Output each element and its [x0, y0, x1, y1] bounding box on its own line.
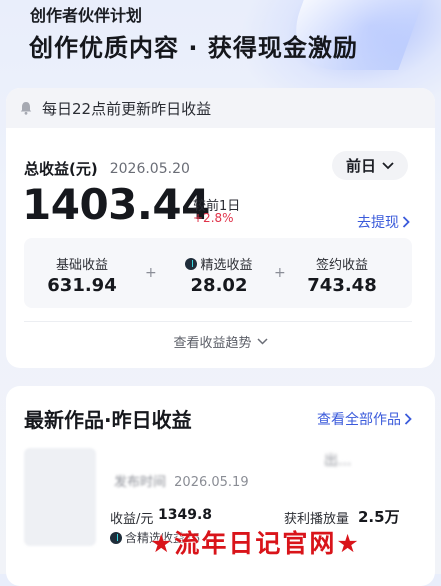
view-trend-link[interactable]: 查看收益趋势 [6, 332, 435, 351]
hero-headline: 创作优质内容 · 获得现金激励 [29, 34, 358, 62]
publish-info: 发布时间 2026.05.19 [114, 471, 249, 490]
contract-income: 签约收益 743.48 [292, 254, 392, 296]
period-selector-label: 前日 [345, 157, 376, 175]
chevron-right-icon [402, 216, 410, 228]
tiktok-icon [110, 531, 122, 544]
selected-income-text: 精选收益 [200, 258, 253, 273]
selected-income-value: 28.02 [190, 275, 248, 296]
chevron-down-icon [256, 338, 268, 345]
divider [24, 321, 412, 322]
publish-date: 2026.05.19 [174, 475, 249, 490]
contract-income-label: 签约收益 [315, 258, 368, 273]
total-amount: 1403.44 [22, 180, 210, 229]
period-selector[interactable]: 前日 [332, 151, 408, 180]
tiktok-icon [185, 257, 198, 270]
basic-income-value: 631.94 [47, 275, 117, 296]
earnings-breakdown: 基础收益 631.94 + 精选收益 28.02 + 签约收益 743.48 [24, 238, 412, 308]
plus-sign: + [274, 265, 286, 281]
selected-income-label: 精选收益 [164, 254, 274, 273]
chevron-right-icon [404, 413, 412, 425]
section-title: 最新作品·昨日收益 [24, 408, 192, 432]
withdraw-link[interactable]: 去提现 [357, 212, 410, 232]
hero-subtitle: 创作者伙伴计划 [30, 6, 143, 25]
total-label: 总收益(元) [24, 160, 98, 178]
trend-label: 查看收益趋势 [173, 336, 252, 351]
view-all-works-link[interactable]: 查看全部作品 [317, 409, 412, 429]
update-notice: 每日22点前更新昨日收益 [6, 88, 435, 128]
selected-income: 精选收益 28.02 [164, 254, 274, 296]
publish-label: 发布时间 [114, 475, 167, 490]
withdraw-label: 去提现 [357, 215, 399, 231]
compare-value: +2.8% [193, 211, 234, 225]
earnings-date: 2026.05.20 [109, 160, 190, 177]
basic-income: 基础收益 631.94 [32, 254, 132, 296]
notice-text: 每日22点前更新昨日收益 [42, 99, 212, 118]
watermark: ★流年日记官网★ [150, 529, 361, 558]
income-label: 收益/元 [110, 512, 154, 527]
contract-income-value: 743.48 [307, 275, 377, 296]
work-thumbnail[interactable] [24, 448, 96, 546]
play-count-value: 2.5万 [358, 508, 400, 526]
basic-income-label: 基础收益 [55, 258, 108, 273]
chevron-down-icon [382, 161, 394, 169]
total-header: 总收益(元) 2026.05.20 [24, 158, 190, 179]
view-all-label: 查看全部作品 [317, 412, 401, 428]
income-value: 1349.8 [158, 507, 213, 523]
work-title[interactable]: 出... [324, 450, 351, 470]
earnings-card: 每日22点前更新昨日收益 总收益(元) 2026.05.20 前日 1403.4… [6, 88, 435, 368]
bell-icon [20, 102, 32, 115]
